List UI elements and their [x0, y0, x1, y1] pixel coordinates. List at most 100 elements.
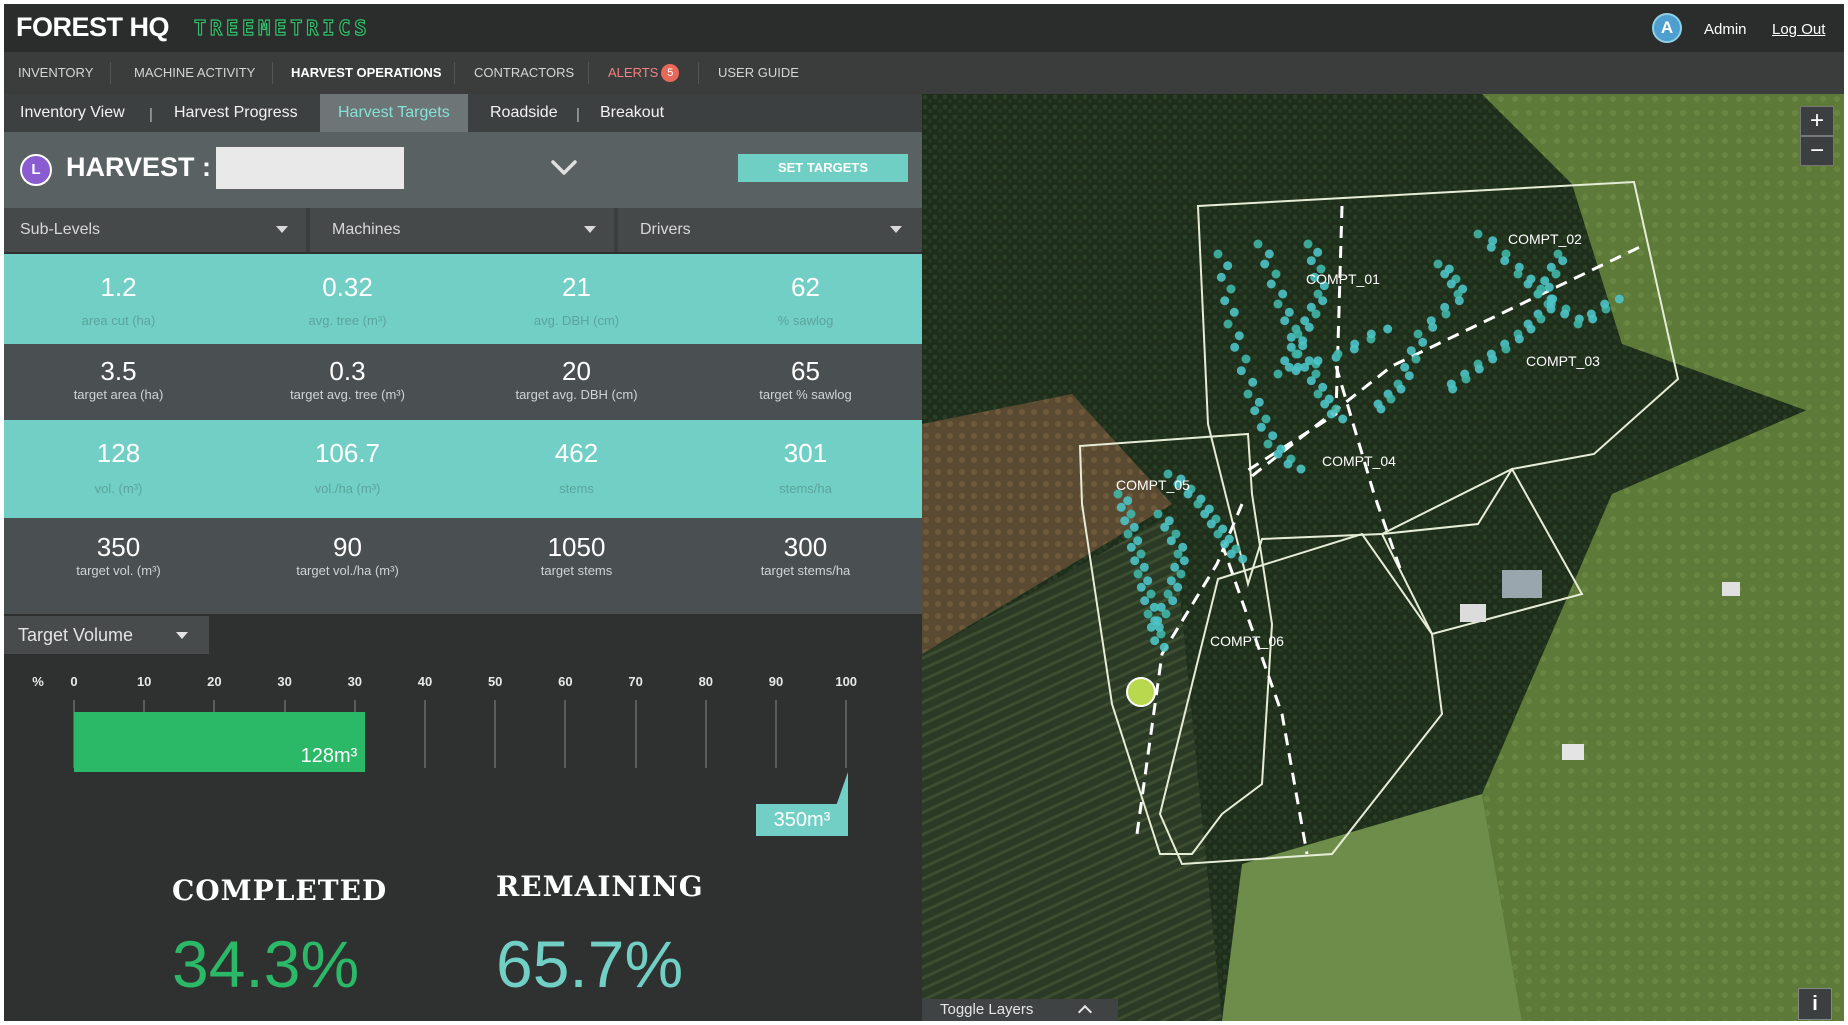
trail-dot — [1440, 269, 1450, 279]
trail-dot — [1446, 279, 1456, 289]
stat-label: target avg. DBH (cm) — [515, 387, 638, 402]
nav-user-guide[interactable]: USER GUIDE — [718, 52, 799, 94]
set-targets-button[interactable]: SET TARGETS — [738, 154, 908, 182]
machine-location-icon[interactable] — [1126, 677, 1156, 707]
stats-row-target-volume: 350 target vol. (m³) 90 target vol./ha (m³… — [4, 518, 922, 614]
caret-down-icon — [176, 632, 188, 639]
trail-dot — [1136, 549, 1146, 559]
nav-alerts[interactable]: ALERTS 5 — [608, 52, 680, 94]
trail-dot — [1280, 316, 1290, 326]
tab-harvest-progress[interactable]: Harvest Progress — [174, 94, 298, 132]
stats-row-actual-volume: 128 vol. (m³) 106.7 vol./ha (m³) 462 stems … — [4, 420, 922, 518]
stat-label: stems/ha — [779, 481, 832, 496]
stat-value: 462 — [554, 438, 599, 468]
gauge-tick-line — [634, 700, 637, 768]
tab-breakout[interactable]: Breakout — [600, 94, 664, 132]
trail-dot — [1600, 299, 1610, 309]
gauge-tick-line — [775, 700, 777, 768]
stat-value: 90 — [333, 532, 362, 562]
drivers-label: Drivers — [640, 221, 691, 238]
trail-dot — [1406, 346, 1416, 356]
trail-dot — [1206, 519, 1216, 529]
trail-dot — [1536, 314, 1546, 324]
trail-dot — [1220, 539, 1230, 549]
drivers-dropdown[interactable]: Drivers — [618, 208, 922, 252]
stat-value: 128 — [96, 438, 141, 468]
stat-value: 0.32 — [322, 272, 373, 302]
nav-contractors[interactable]: CONTRACTORS — [474, 52, 574, 94]
chevron-up-icon — [1077, 1004, 1093, 1020]
stat-target-avg-dbh: 20 target avg. DBH (cm) — [462, 356, 691, 402]
stat-value: 106.7 — [314, 438, 381, 468]
stat-value: 350 — [96, 532, 141, 562]
map-canvas[interactable]: COMPT_01 COMPT_02 COMPT_03 COMPT_04 COMP… — [922, 94, 1844, 1021]
trail-dot — [1533, 289, 1543, 299]
stat-area-cut: 1.2 area cut (ha) — [4, 272, 233, 328]
logout-link[interactable]: Log Out — [1772, 21, 1825, 38]
trail-dot — [1551, 269, 1561, 279]
tab-inventory-view[interactable]: Inventory View — [20, 94, 125, 132]
stat-target-volume: 350 target vol. (m³) — [4, 532, 233, 578]
gauge-tick-label: 20 — [207, 674, 222, 689]
gauge-tick-label: 100 — [835, 674, 858, 689]
tab-harvest-targets[interactable]: Harvest Targets — [320, 94, 468, 132]
trail-dot — [1273, 299, 1283, 309]
trail-dot — [1250, 406, 1260, 416]
stat-value: 21 — [562, 272, 591, 302]
user-name[interactable]: Admin — [1704, 21, 1747, 38]
user-avatar[interactable]: A — [1652, 13, 1682, 43]
stat-label: target avg. tree (m³) — [290, 387, 405, 402]
trail-dot — [1264, 249, 1274, 259]
trail-dot — [1441, 309, 1451, 319]
nav-harvest-operations[interactable]: HARVEST OPERATIONS — [291, 52, 441, 94]
stat-volume-per-ha: 106.7 vol./ha (m³) — [233, 438, 462, 496]
trail-dot — [1544, 282, 1554, 292]
trail-dot — [1313, 247, 1323, 257]
stat-stems-per-ha: 301 stems/ha — [691, 438, 920, 496]
trail-dot — [1413, 329, 1423, 339]
trail-dot — [1230, 342, 1240, 352]
info-button[interactable]: i — [1798, 988, 1832, 1020]
stat-label: avg. DBH (cm) — [533, 313, 620, 328]
chevron-down-icon[interactable] — [550, 158, 578, 178]
stat-target-volume-per-ha: 90 target vol./ha (m³) — [233, 532, 462, 578]
trail-dot — [1513, 269, 1523, 279]
trail-dot — [1500, 256, 1510, 266]
caret-down-icon — [890, 226, 902, 233]
nav-divider — [110, 62, 111, 84]
trail-dot — [1326, 409, 1336, 419]
trail-dot — [1261, 414, 1271, 424]
nav-machine-activity[interactable]: MACHINE ACTIVITY — [134, 52, 255, 94]
trail-dot — [1268, 431, 1278, 441]
stats-row-target-area: 3.5 target area (ha) 0.3 target avg. tree … — [4, 344, 922, 420]
machines-dropdown[interactable]: Machines — [310, 208, 614, 252]
trail-dot — [1526, 324, 1536, 334]
gauge-tick-label: 40 — [417, 674, 433, 689]
nav-alerts-label: ALERTS — [608, 65, 659, 80]
remaining-percent: 65.7% — [496, 927, 684, 1001]
zoom-out-button[interactable]: − — [1800, 136, 1834, 166]
stat-label: target stems — [540, 563, 613, 578]
satellite-map[interactable]: COMPT_01 COMPT_02 COMPT_03 COMPT_04 COMP… — [922, 94, 1844, 1021]
target-volume-dropdown[interactable]: Target Volume — [4, 616, 209, 654]
stat-label: target vol./ha (m³) — [296, 563, 399, 578]
trail-dot — [1160, 522, 1170, 532]
sublevels-dropdown[interactable]: Sub-Levels — [4, 208, 306, 252]
trail-dot — [1126, 509, 1136, 519]
zoom-in-button[interactable]: + — [1800, 106, 1834, 136]
toggle-layers-button[interactable]: Toggle Layers — [922, 999, 1118, 1021]
completed-volume-bar: 128m³ — [74, 712, 366, 772]
stat-sawlog: 62 % sawlog — [691, 272, 920, 328]
gauge-tick-label: 50 — [487, 674, 503, 689]
tab-separator: | — [149, 106, 153, 123]
harvest-panel: Inventory View | Harvest Progress Harves… — [4, 94, 922, 1021]
trail-dot — [1139, 562, 1149, 572]
trail-dot — [1283, 459, 1293, 469]
sublevels-label: Sub-Levels — [20, 221, 101, 238]
trail-dot — [1306, 376, 1316, 386]
trail-dot — [1313, 356, 1323, 366]
tab-roadside[interactable]: Roadside — [490, 94, 558, 132]
nav-inventory[interactable]: INVENTORY — [18, 52, 93, 94]
main-nav: INVENTORY MACHINE ACTIVITY HARVEST OPERA… — [4, 52, 1844, 94]
trail-dot — [1428, 322, 1438, 332]
